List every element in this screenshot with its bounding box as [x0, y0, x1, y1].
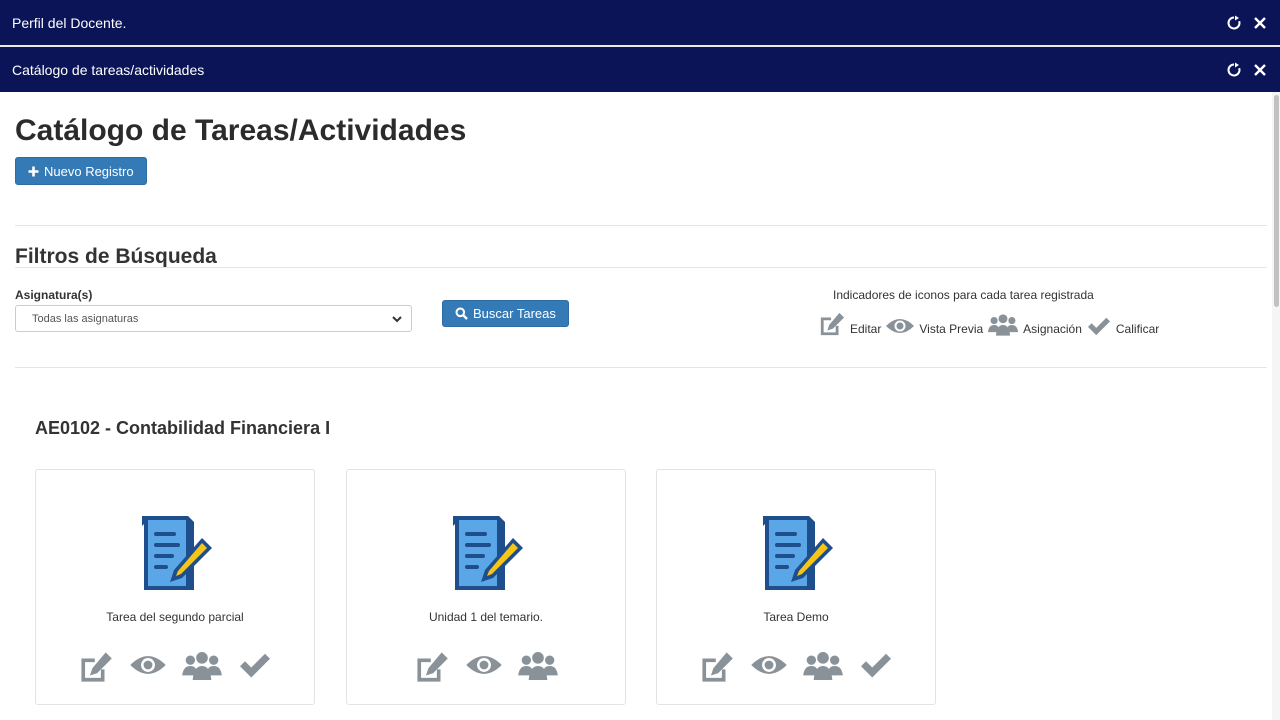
refresh-icon[interactable]: [1226, 15, 1242, 31]
outer-window-titlebar: Perfil del Docente.: [0, 0, 1280, 45]
divider: [15, 225, 1267, 226]
task-document-icon: [142, 516, 212, 590]
task-actions: [36, 650, 314, 684]
eye-icon[interactable]: [465, 650, 503, 684]
divider: [15, 267, 1267, 268]
users-icon[interactable]: [181, 650, 223, 684]
task-name: Tarea Demo: [763, 610, 829, 624]
users-icon: [988, 314, 1019, 336]
legend-edit-label: Editar: [850, 322, 882, 336]
close-icon[interactable]: [1252, 15, 1268, 31]
legend-preview-label: Vista Previa: [919, 322, 984, 336]
new-record-button[interactable]: Nuevo Registro: [15, 157, 147, 185]
subject-label: Asignatura(s): [15, 288, 93, 302]
scrollbar-thumb[interactable]: [1274, 95, 1279, 307]
task-document-icon: [453, 516, 523, 590]
edit-icon: [820, 312, 845, 336]
main-content: Catálogo de Tareas/Actividades Nuevo Reg…: [0, 92, 1272, 720]
inner-window-titlebar: Catálogo de tareas/actividades: [0, 47, 1280, 92]
subject-title: AE0102 - Contabilidad Financiera I: [35, 418, 331, 438]
icon-legend: Editar Vista Previa Asignación Calificar: [818, 311, 1159, 337]
users-icon[interactable]: [802, 650, 844, 684]
users-icon[interactable]: [517, 650, 559, 684]
page-title: Catálogo de Tareas/Actividades: [15, 114, 467, 147]
check-icon[interactable]: [858, 650, 894, 684]
close-icon[interactable]: [1252, 62, 1268, 78]
legend-grade-label: Calificar: [1115, 322, 1160, 336]
task-card[interactable]: Tarea Demo: [656, 469, 936, 705]
outer-window-title: Perfil del Docente.: [12, 14, 127, 31]
eye-icon[interactable]: [750, 650, 788, 684]
search-tasks-button[interactable]: Buscar Tareas: [442, 300, 569, 327]
task-document-icon: [763, 516, 833, 590]
chevron-down-icon: [392, 316, 402, 323]
new-record-label: Nuevo Registro: [44, 163, 134, 179]
subject-select[interactable]: Todas las asignaturas: [15, 305, 412, 332]
subject-select-value: Todas las asignaturas: [32, 312, 139, 325]
search-icon: [455, 307, 468, 320]
refresh-icon[interactable]: [1226, 62, 1242, 78]
divider: [15, 367, 1267, 368]
check-icon: [1087, 317, 1110, 336]
task-card[interactable]: Unidad 1 del temario.: [346, 469, 626, 705]
task-name: Unidad 1 del temario.: [428, 610, 544, 624]
eye-icon: [886, 319, 915, 333]
filters-title: Filtros de Búsqueda: [15, 245, 217, 268]
edit-icon[interactable]: [698, 650, 736, 684]
check-icon[interactable]: [237, 650, 273, 684]
legend-assign-label: Asignación: [1023, 322, 1082, 336]
task-actions: [657, 650, 935, 684]
edit-icon[interactable]: [413, 650, 451, 684]
icon-legend-title: Indicadores de iconos para cada tarea re…: [833, 288, 1094, 302]
edit-icon[interactable]: [77, 650, 115, 684]
inner-window-title: Catálogo de tareas/actividades: [12, 61, 205, 78]
task-actions: [347, 650, 625, 684]
task-name: Tarea del segundo parcial: [106, 610, 244, 624]
task-card[interactable]: Tarea del segundo parcial: [35, 469, 315, 705]
search-tasks-label: Buscar Tareas: [473, 306, 556, 321]
plus-icon: [28, 166, 39, 176]
eye-icon[interactable]: [129, 650, 167, 684]
